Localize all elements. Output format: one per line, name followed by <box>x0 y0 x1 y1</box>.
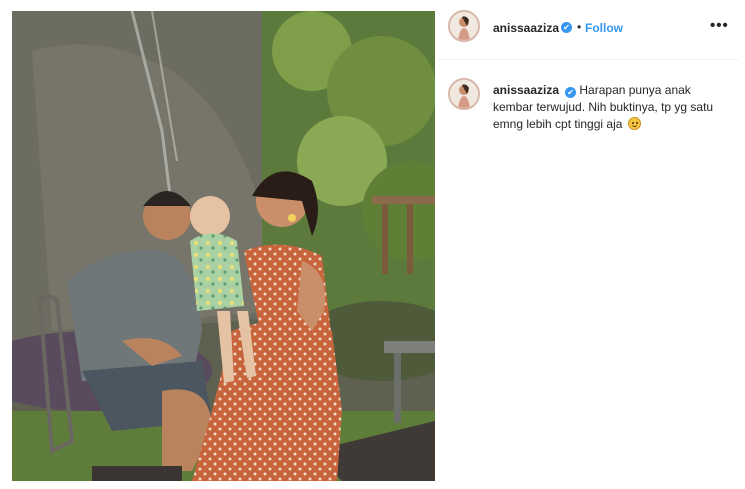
instagram-post-window: anissaaziza ✔ • Follow ••• anissaaziza ✔ … <box>0 0 745 489</box>
follow-button[interactable]: Follow <box>585 21 623 35</box>
post-username[interactable]: anissaaziza <box>493 21 559 35</box>
post-sidebar: anissaaziza ✔ • Follow ••• anissaaziza ✔ … <box>438 0 745 489</box>
caption-text-block: anissaaziza ✔ Harapan punya anak kembar t… <box>493 82 728 133</box>
caption-verified-badge-icon: ✔ <box>565 87 577 98</box>
caption-profile-picture <box>450 80 478 108</box>
post-photo[interactable] <box>12 11 435 481</box>
family-photo-illustration <box>12 11 435 481</box>
more-options-icon[interactable]: ••• <box>710 17 729 34</box>
separator-dot: • <box>577 20 582 34</box>
verified-badge-icon: ✔ <box>561 22 572 33</box>
caption-avatar[interactable] <box>448 78 480 110</box>
profile-picture <box>450 12 478 40</box>
header-divider <box>438 59 738 60</box>
post-header: anissaaziza ✔ • Follow ••• <box>438 8 738 48</box>
caption-username[interactable]: anissaaziza <box>493 83 559 97</box>
smiling-face-emoji-icon <box>627 117 641 130</box>
avatar[interactable] <box>448 10 480 42</box>
